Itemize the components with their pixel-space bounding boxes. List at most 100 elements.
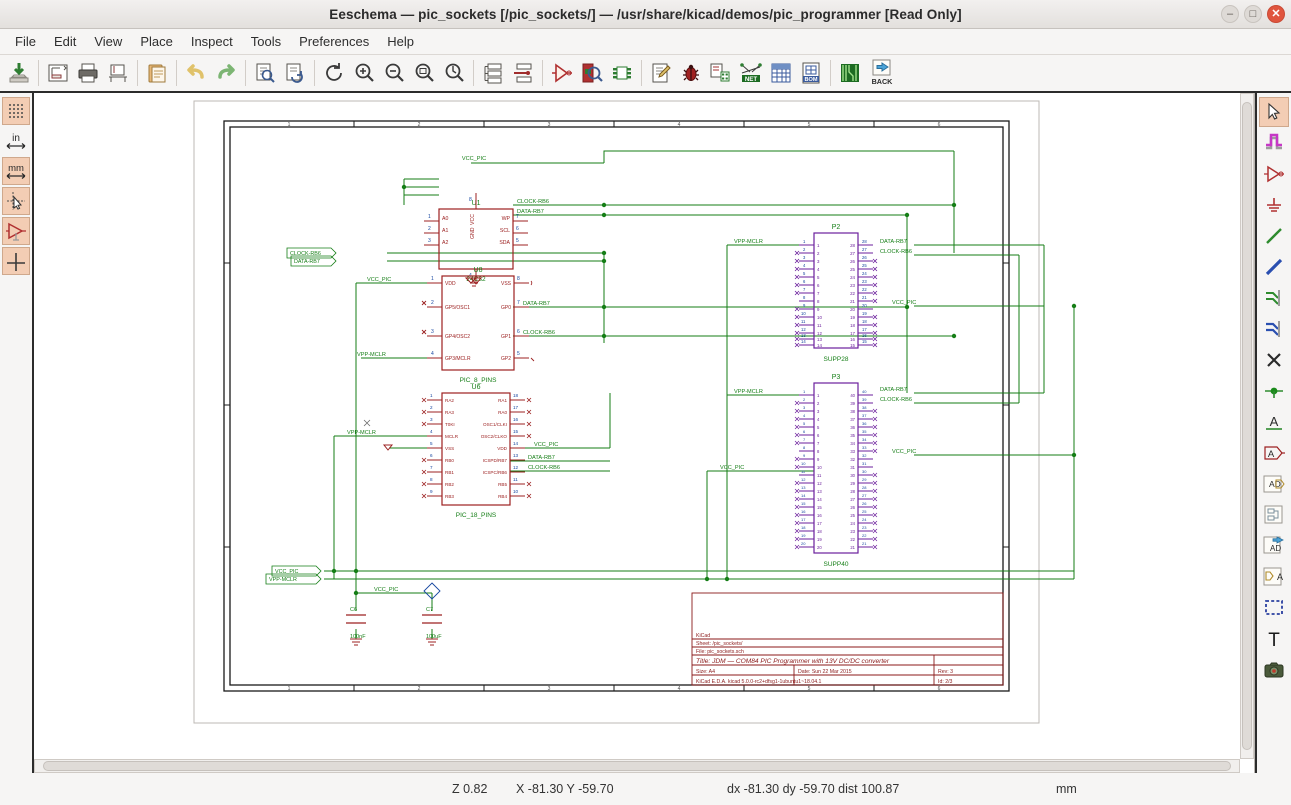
- svg-text:GND: GND: [470, 227, 476, 239]
- annotate-icon[interactable]: [646, 57, 676, 89]
- net-label[interactable]: VCC_PIC: [367, 277, 391, 283]
- menu-item-preferences[interactable]: Preferences: [290, 31, 378, 52]
- place-label-button[interactable]: A: [1259, 407, 1289, 437]
- net-label[interactable]: VCC_PIC: [720, 465, 744, 471]
- place-bus-to-bus-entry-button[interactable]: [1259, 314, 1289, 344]
- netlist-icon[interactable]: NET: [736, 57, 766, 89]
- zoom-fit-icon[interactable]: [409, 57, 439, 89]
- place-image-button[interactable]: [1259, 655, 1289, 685]
- net-label[interactable]: VCC_PIC: [462, 156, 486, 162]
- net-label[interactable]: VPP-MCLR: [734, 239, 763, 245]
- zoom-area-icon[interactable]: [439, 57, 469, 89]
- symbol-editor-icon[interactable]: [547, 57, 577, 89]
- place-power-port-button[interactable]: [1259, 190, 1289, 220]
- place-wire-button[interactable]: [1259, 221, 1289, 251]
- erc-icon[interactable]: [676, 57, 706, 89]
- fields-table-icon[interactable]: [766, 57, 796, 89]
- plot-icon[interactable]: [103, 57, 133, 89]
- horizontal-scrollbar-thumb[interactable]: [43, 761, 1231, 771]
- net-label[interactable]: CLOCK-RB6: [517, 199, 549, 205]
- svg-text:25: 25: [850, 513, 855, 518]
- net-label[interactable]: CLOCK-RB6: [528, 465, 560, 471]
- maximize-button[interactable]: □: [1244, 5, 1262, 23]
- net-label[interactable]: CLOCK-RB6: [880, 249, 912, 255]
- place-text-button[interactable]: T: [1259, 624, 1289, 654]
- net-label[interactable]: DATA-RB7: [523, 301, 550, 307]
- place-no-connect-button[interactable]: [1259, 345, 1289, 375]
- paste-icon[interactable]: [142, 57, 172, 89]
- menu-item-inspect[interactable]: Inspect: [182, 31, 242, 52]
- save-icon[interactable]: [4, 57, 34, 89]
- net-label[interactable]: VPP-MCLR: [734, 389, 763, 395]
- assign-footprints-icon[interactable]: [706, 57, 736, 89]
- canvas-vertical-scrollbar[interactable]: [1240, 93, 1254, 759]
- hierarchical-label[interactable]: VPP-MCLR: [269, 577, 297, 583]
- back-annotate-icon[interactable]: BACK: [865, 57, 899, 89]
- menubar: File Edit View Place Inspect Tools Prefe…: [0, 29, 1291, 55]
- net-label[interactable]: VPP-MCLR: [357, 352, 386, 358]
- undo-icon[interactable]: [181, 57, 211, 89]
- place-hierarchical-label-button[interactable]: AD: [1259, 469, 1289, 499]
- svg-text:RB0: RB0: [445, 458, 454, 463]
- net-label[interactable]: VCC_PIC: [892, 300, 916, 306]
- vertical-scrollbar-thumb[interactable]: [1242, 102, 1252, 750]
- menu-item-edit[interactable]: Edit: [45, 31, 85, 52]
- run-pcbnew-icon[interactable]: [835, 57, 865, 89]
- place-symbol-button[interactable]: [1259, 159, 1289, 189]
- page-settings-icon[interactable]: [43, 57, 73, 89]
- menu-item-help[interactable]: Help: [378, 31, 423, 52]
- hierarchical-label[interactable]: CLOCK-RB6: [290, 251, 321, 257]
- net-label[interactable]: CLOCK-RB6: [880, 397, 912, 403]
- schematic-canvas[interactable]: 123 456 123 456 A0 A1 A2 WP SCL SDA GND …: [34, 93, 1240, 759]
- net-label[interactable]: VCC_PIC: [374, 587, 398, 593]
- refresh-icon[interactable]: [319, 57, 349, 89]
- find-icon[interactable]: [250, 57, 280, 89]
- zoom-in-icon[interactable]: [349, 57, 379, 89]
- find-replace-icon[interactable]: [280, 57, 310, 89]
- place-sheet-button[interactable]: [1259, 500, 1289, 530]
- symbol-browser-icon[interactable]: [577, 57, 607, 89]
- hierarchical-label[interactable]: DATA-RB7: [294, 259, 320, 265]
- place-wire-to-bus-entry-button[interactable]: [1259, 283, 1289, 313]
- place-graphic-rect-button[interactable]: [1259, 593, 1289, 623]
- canvas-horizontal-scrollbar[interactable]: [34, 759, 1240, 773]
- place-bus-button[interactable]: [1259, 252, 1289, 282]
- highlight-net-button[interactable]: [1259, 128, 1289, 158]
- menu-item-view[interactable]: View: [85, 31, 131, 52]
- footprint-editor-icon[interactable]: [607, 57, 637, 89]
- menu-item-file[interactable]: File: [6, 31, 45, 52]
- place-junction-button[interactable]: [1259, 376, 1289, 406]
- net-label[interactable]: CLOCK-RB6: [523, 330, 555, 336]
- menu-item-tools[interactable]: Tools: [242, 31, 290, 52]
- close-button[interactable]: ✕: [1267, 5, 1285, 23]
- menu-item-place[interactable]: Place: [131, 31, 182, 52]
- units-mm-button[interactable]: mm: [2, 157, 30, 185]
- net-label[interactable]: DATA-RB7: [517, 209, 544, 215]
- minimize-button[interactable]: ‒: [1221, 5, 1239, 23]
- zoom-out-icon[interactable]: [379, 57, 409, 89]
- redo-icon[interactable]: [211, 57, 241, 89]
- net-label[interactable]: DATA-RB7: [880, 387, 907, 393]
- navigate-hierarchy-icon[interactable]: [478, 57, 508, 89]
- net-label[interactable]: VCC_PIC: [892, 449, 916, 455]
- leave-sheet-icon[interactable]: [508, 57, 538, 89]
- units-inches-button[interactable]: in: [2, 127, 30, 155]
- bom-icon[interactable]: BOM: [796, 57, 826, 89]
- net-label[interactable]: DATA-RB7: [880, 239, 907, 245]
- schematic-drawing[interactable]: 123 456 123 456 A0A1A2 WPSCLSDA GND VCC …: [34, 93, 1240, 745]
- net-label[interactable]: VPP-MCLR: [347, 430, 376, 436]
- hidden-pins-button[interactable]: [2, 217, 30, 245]
- print-icon[interactable]: [73, 57, 103, 89]
- svg-text:3: 3: [431, 329, 434, 335]
- toggle-grid-button[interactable]: [2, 97, 30, 125]
- place-global-label-button[interactable]: A: [1259, 438, 1289, 468]
- cursor-shape-button[interactable]: [2, 187, 30, 215]
- svg-text:15: 15: [513, 429, 519, 434]
- net-label[interactable]: VCC_PIC: [534, 442, 558, 448]
- select-tool-button[interactable]: [1259, 97, 1289, 127]
- net-label[interactable]: DATA-RB7: [528, 455, 555, 461]
- bus-entry-style-button[interactable]: [2, 247, 30, 275]
- place-sheet-pin-button[interactable]: A: [1259, 562, 1289, 592]
- import-sheet-pin-button[interactable]: AD: [1259, 531, 1289, 561]
- hierarchical-label[interactable]: VCC_PIC: [275, 569, 298, 575]
